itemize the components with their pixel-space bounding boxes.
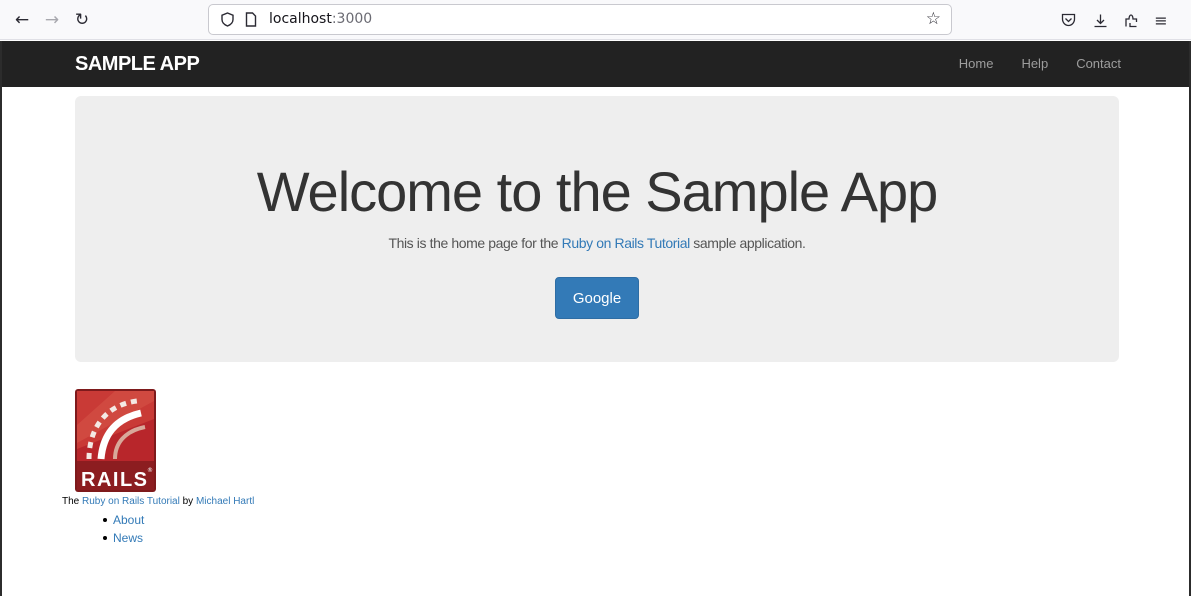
rails-logo[interactable]: RAILS ® — [75, 389, 156, 492]
pocket-icon — [1061, 13, 1075, 27]
url-port: :3000 — [331, 11, 373, 27]
back-button[interactable]: ← — [8, 6, 36, 34]
reload-icon: ↻ — [74, 10, 90, 30]
svg-text:®: ® — [147, 467, 153, 474]
app-navbar: SAMPLE APP Home Help Contact — [2, 41, 1189, 87]
hamburger-menu-icon: ≡ — [1154, 10, 1168, 30]
footer-tutorial-link[interactable]: Ruby on Rails Tutorial — [82, 496, 180, 507]
page-viewport: SAMPLE APP Home Help Contact Welcome to … — [0, 41, 1191, 596]
page-icon — [245, 12, 257, 27]
menu-button[interactable]: ≡ — [1148, 6, 1174, 34]
url-text[interactable]: localhost:3000 — [269, 11, 372, 27]
footer-text-middle: by — [179, 496, 196, 507]
nav-link-help[interactable]: Help — [1021, 56, 1048, 71]
rails-logo-text: RAILS — [81, 469, 149, 491]
download-icon — [1094, 14, 1106, 27]
extensions-icon — [1124, 13, 1137, 27]
footer-nav-list: About News — [102, 511, 144, 547]
rails-tutorial-link[interactable]: Ruby on Rails Tutorial — [562, 235, 691, 251]
subtitle-text-before: This is the home page for the — [388, 235, 562, 251]
nav-link-home[interactable]: Home — [959, 56, 994, 71]
extensions-button[interactable] — [1118, 6, 1144, 34]
bookmark-star-icon[interactable]: ☆ — [926, 9, 941, 29]
brand-logo[interactable]: SAMPLE APP — [75, 53, 200, 76]
footer-credit: The Ruby on Rails Tutorial by Michael Ha… — [62, 496, 254, 507]
shield-icon[interactable] — [221, 12, 234, 27]
jumbotron: Welcome to the Sample App This is the ho… — [75, 96, 1119, 362]
footer-text-prefix: The — [62, 496, 83, 507]
google-button[interactable]: Google — [555, 277, 639, 319]
arrow-left-icon: ← — [14, 10, 30, 30]
reload-button[interactable]: ↻ — [68, 6, 96, 34]
downloads-button[interactable] — [1087, 6, 1113, 34]
pocket-button[interactable] — [1055, 6, 1081, 34]
footer-link-news[interactable]: News — [102, 529, 144, 547]
jumbotron-subtitle: This is the home page for the Ruby on Ra… — [75, 235, 1119, 251]
forward-button[interactable]: → — [38, 6, 66, 34]
page-title: Welcome to the Sample App — [256, 160, 939, 223]
arrow-right-icon: → — [44, 10, 60, 30]
footer-link-about[interactable]: About — [102, 511, 144, 529]
nav-link-contact[interactable]: Contact — [1076, 56, 1121, 71]
footer-author-link[interactable]: Michael Hartl — [196, 496, 254, 507]
url-host: localhost — [269, 11, 332, 27]
url-bar[interactable]: localhost:3000 ☆ — [208, 4, 952, 35]
nav-links: Home Help Contact — [931, 56, 1121, 71]
subtitle-text-after: sample application. — [689, 235, 806, 251]
browser-toolbar: ← → ↻ localhost:3000 ☆ ≡ — [0, 0, 1191, 40]
